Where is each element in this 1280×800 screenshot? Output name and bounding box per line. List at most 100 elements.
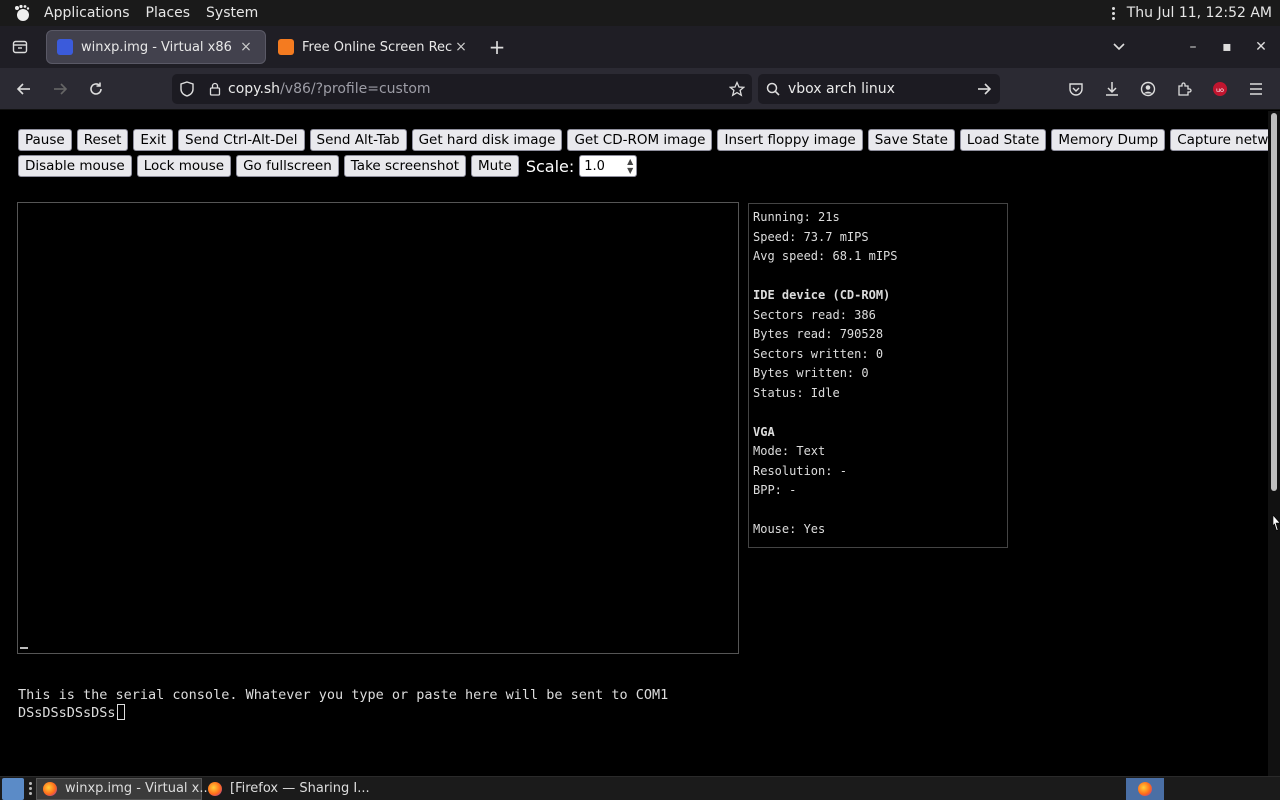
reset-button[interactable]: Reset: [76, 129, 129, 151]
lock-icon[interactable]: [202, 82, 228, 96]
memory-dump-button[interactable]: Memory Dump: [1051, 129, 1166, 151]
scrollbar-thumb[interactable]: [1271, 113, 1277, 491]
reload-button[interactable]: [78, 73, 114, 105]
clock[interactable]: Thu Jul 11, 12:52 AM: [1127, 5, 1280, 21]
ide-status: Status: Idle: [753, 385, 840, 400]
firefox-icon: [208, 781, 222, 796]
emulator-controls-row-1: Pause Reset Exit Send Ctrl-Alt-Del Send …: [18, 129, 1280, 151]
lock-mouse-button[interactable]: Lock mouse: [136, 155, 232, 177]
panel-overflow-icon[interactable]: [1107, 6, 1121, 20]
serial-console[interactable]: This is the serial console. Whatever you…: [18, 686, 1042, 778]
serial-caret: [116, 704, 125, 720]
close-window-button[interactable]: ✕: [1244, 30, 1278, 64]
take-screenshot-button[interactable]: Take screenshot: [343, 155, 467, 177]
gnome-foot-icon[interactable]: [12, 3, 32, 23]
back-button[interactable]: [6, 73, 42, 105]
load-state-button[interactable]: Load State: [959, 129, 1047, 151]
new-tab-button[interactable]: +: [480, 35, 514, 59]
capture-network-traffic-button[interactable]: Capture network traffic: [1170, 129, 1280, 151]
ublock-origin-icon[interactable]: uo: [1202, 73, 1238, 105]
close-tab-icon[interactable]: ×: [237, 39, 255, 55]
url-bar[interactable]: copy.sh/v86/?profile=custom: [172, 74, 752, 104]
go-arrow-icon[interactable]: [968, 82, 1000, 96]
mouse-status: Mouse: Yes: [753, 522, 826, 536]
vga-mode: Mode: Text: [753, 444, 826, 458]
v86-favicon-icon: [57, 39, 73, 55]
system-menu[interactable]: System: [198, 5, 266, 21]
tab-title: winxp.img - Virtual x86: [81, 39, 232, 55]
tab-title: Free Online Screen Recorder: [302, 39, 452, 55]
forward-button[interactable]: [42, 73, 78, 105]
pocket-icon[interactable]: [1058, 73, 1094, 105]
firefox-view-icon[interactable]: [0, 26, 40, 68]
sectors-read: Sectors read: 386: [753, 307, 876, 322]
emulator-controls-row-2: Disable mouse Lock mouse Go fullscreen T…: [18, 155, 638, 177]
toolbar-right: uo: [1058, 74, 1274, 104]
serial-intro-line: This is the serial console. Whatever you…: [18, 687, 669, 703]
tab-strip: winxp.img - Virtual x86 × Free Online Sc…: [0, 26, 1280, 68]
page-content: Pause Reset Exit Send Ctrl-Alt-Del Send …: [0, 111, 1280, 778]
account-icon[interactable]: [1130, 73, 1166, 105]
show-desktop-icon[interactable]: [2, 777, 24, 800]
url-host: copy.sh: [228, 81, 281, 97]
exit-button[interactable]: Exit: [133, 129, 173, 151]
pause-button[interactable]: Pause: [18, 129, 72, 151]
tracking-protection-icon[interactable]: [172, 81, 202, 97]
list-all-tabs-icon[interactable]: [1102, 30, 1136, 64]
get-cd-rom-image-button[interactable]: Get CD-ROM image: [567, 129, 713, 151]
ide-heading: IDE device (CD-ROM): [753, 288, 891, 302]
vga-bpp: BPP: -: [753, 483, 797, 497]
mute-button[interactable]: Mute: [471, 155, 519, 177]
send-ctrl-alt-del-button[interactable]: Send Ctrl-Alt-Del: [178, 129, 305, 151]
search-input[interactable]: vbox arch linux: [788, 81, 895, 97]
go-fullscreen-button[interactable]: Go fullscreen: [236, 155, 339, 177]
sectors-written: Sectors written: 0: [753, 346, 884, 361]
firefox-icon: [1138, 781, 1152, 796]
downloads-icon[interactable]: [1094, 73, 1130, 105]
scale-label: Scale:: [525, 156, 575, 176]
save-state-button[interactable]: Save State: [867, 129, 955, 151]
taskbar-item-winxp[interactable]: winxp.img - Virtual x...: [36, 777, 212, 800]
scale-value: 1.0: [584, 158, 605, 174]
insert-floppy-image-button[interactable]: Insert floppy image: [717, 129, 863, 151]
workspace-switcher[interactable]: [1126, 777, 1164, 800]
bookmark-star-icon[interactable]: [722, 81, 752, 97]
running-time: Running: 21s: [753, 210, 840, 224]
spinner-arrows-icon[interactable]: ▲ ▼: [627, 157, 633, 175]
mouse-pointer-icon: [1272, 514, 1280, 535]
taskbar: winxp.img - Virtual x... [Firefox — Shar…: [0, 776, 1280, 800]
text-cursor: [20, 647, 28, 649]
url-path: /v86/?profile=custom: [280, 81, 431, 97]
taskbar-grip-icon[interactable]: [26, 782, 34, 795]
search-bar[interactable]: vbox arch linux: [758, 74, 1000, 104]
taskbar-item-label: [Firefox — Sharing I...: [230, 781, 370, 796]
disable-mouse-button[interactable]: Disable mouse: [18, 155, 132, 177]
extensions-icon[interactable]: [1166, 73, 1202, 105]
get-hard-disk-image-button[interactable]: Get hard disk image: [411, 129, 563, 151]
speed: Speed: 73.7 mIPS: [753, 229, 869, 244]
send-alt-tab-button[interactable]: Send Alt-Tab: [309, 129, 407, 151]
emulator-info-panel: Running: 21s Speed: 73.7 mIPS Avg speed:…: [748, 203, 1008, 548]
avg-speed: Avg speed: 68.1 mIPS: [753, 249, 898, 263]
search-icon: [758, 82, 788, 96]
places-menu[interactable]: Places: [138, 5, 199, 21]
vga-screen[interactable]: [17, 202, 739, 654]
page-scrollbar[interactable]: [1268, 111, 1280, 776]
tab-screen-recorder[interactable]: Free Online Screen Recorder ×: [268, 30, 480, 64]
hamburger-menu-icon[interactable]: [1238, 73, 1274, 105]
serial-input-line: DSsDSsDSsDSs: [18, 705, 116, 721]
vga-heading: VGA: [753, 424, 775, 439]
bytes-read: Bytes read: 790528: [753, 327, 884, 341]
applications-menu[interactable]: Applications: [36, 5, 138, 21]
taskbar-item-firefox-sharing[interactable]: [Firefox — Sharing I...: [202, 778, 376, 800]
maximize-button[interactable]: ▪: [1210, 30, 1244, 64]
scale-input[interactable]: 1.0 ▲ ▼: [579, 155, 638, 177]
navigation-toolbar: copy.sh/v86/?profile=custom vbox arch li…: [0, 68, 1280, 110]
tab-winxp[interactable]: winxp.img - Virtual x86 ×: [46, 30, 266, 64]
vga-resolution: Resolution: -: [753, 463, 847, 478]
screen-recorder-favicon-icon: [278, 39, 294, 55]
firefox-icon: [43, 781, 57, 796]
minimize-button[interactable]: –: [1176, 30, 1210, 64]
svg-text:uo: uo: [1216, 86, 1224, 94]
close-tab-icon[interactable]: ×: [452, 39, 470, 55]
